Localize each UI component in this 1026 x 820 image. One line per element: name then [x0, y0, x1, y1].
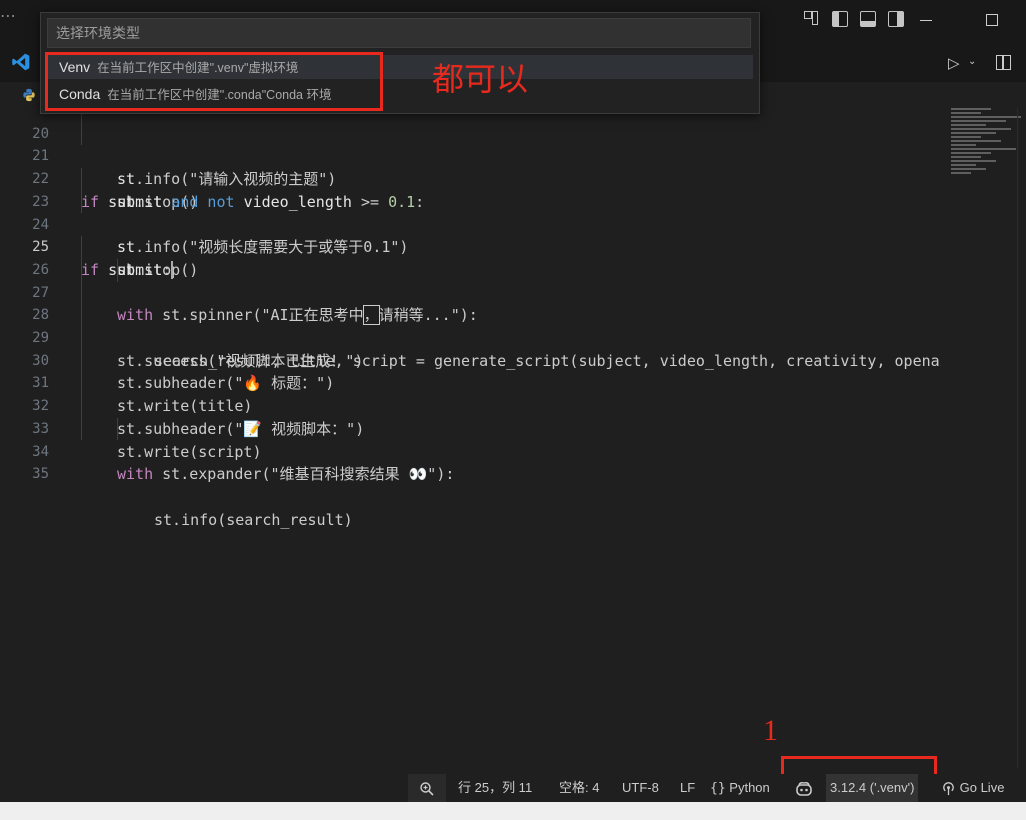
encoding[interactable]: UTF-8	[622, 774, 659, 802]
language-mode[interactable]: {} Python	[710, 774, 770, 802]
code-line: 21 st.stop()	[0, 122, 941, 211]
code-line: 31 st.subheader("📝 视频脚本：")	[0, 349, 941, 438]
code-line: 34 st.info(search_result)	[0, 417, 941, 529]
copilot-icon[interactable]	[795, 774, 815, 802]
code-line: 22 if submit and not video_length >= 0.1…	[0, 145, 941, 211]
language-label: Python	[729, 780, 770, 795]
more-dots-icon[interactable]: ⋯	[0, 6, 17, 26]
annotation-text-both: 都可以	[432, 60, 529, 98]
code-line: 28 st.success("视频脚本已生成！")	[0, 281, 941, 370]
go-live-button[interactable]: Go Live	[941, 774, 1004, 802]
code-line-active: 25 if submit:	[0, 214, 941, 280]
window-bottom-edge	[0, 802, 1026, 820]
indentation[interactable]: 空格: 4	[559, 774, 599, 802]
code-line: 30 st.write(title)	[0, 327, 941, 415]
code-text: st.info(search_result)	[154, 510, 353, 529]
layout-controls	[804, 11, 904, 31]
zoom-in-icon[interactable]	[408, 774, 446, 802]
customize-layout-icon[interactable]	[804, 11, 820, 27]
braces-icon: {}	[710, 781, 726, 796]
line-number: 35	[32, 466, 49, 483]
cursor-position[interactable]: 行 25，列 11	[458, 774, 532, 802]
python-interpreter[interactable]: 3.12.4 ('.venv')	[826, 774, 919, 802]
split-editor-icon[interactable]	[996, 55, 1011, 70]
go-live-label: Go Live	[959, 780, 1005, 795]
code-line: 24 st.stop()	[0, 190, 941, 279]
code-line: 29 st.subheader("🔥 标题：")	[0, 304, 941, 392]
annotation-step-number: 1	[763, 714, 778, 747]
code-line: 33 with st.expander("维基百科搜索结果 👀"):	[0, 395, 941, 483]
code-line: 23 st.info("视频长度需要大于或等于0.1")	[0, 168, 941, 256]
chevron-down-icon[interactable]: ⌄	[968, 56, 976, 67]
broadcast-icon	[943, 782, 954, 796]
code-line: 35	[0, 441, 941, 482]
minimap[interactable]	[941, 100, 1026, 180]
environment-type-input[interactable]: 选择环境类型	[47, 18, 751, 48]
toggle-primary-sidebar-icon[interactable]	[832, 11, 848, 27]
toggle-secondary-sidebar-icon[interactable]	[888, 11, 904, 27]
status-bar: 行 25，列 11 空格: 4 UTF-8 LF {} Python 3.12.…	[0, 774, 1026, 802]
maximize-window-icon[interactable]	[986, 14, 998, 26]
annotation-box-options	[45, 52, 383, 111]
run-python-icon[interactable]: ▷	[948, 54, 960, 72]
minimize-window-icon[interactable]	[920, 20, 932, 21]
code-text: with st.expander("维基百科搜索结果 👀"):	[117, 465, 455, 484]
code-line: 26 with st.spinner("AI正在思考中，请稍等..."):	[0, 236, 941, 326]
vscode-logo-icon	[12, 53, 30, 71]
code-editor[interactable]: 20 st.info("请输入视频的主题") 21 st.stop() 22 i…	[0, 100, 941, 770]
code-line: 27 search_result, title, script = genera…	[0, 258, 941, 370]
end-of-line[interactable]: LF	[680, 774, 695, 802]
code-line: 32 st.write(script)	[0, 372, 941, 461]
vertical-scrollbar[interactable]	[1017, 108, 1018, 768]
toggle-panel-icon[interactable]	[860, 11, 876, 27]
